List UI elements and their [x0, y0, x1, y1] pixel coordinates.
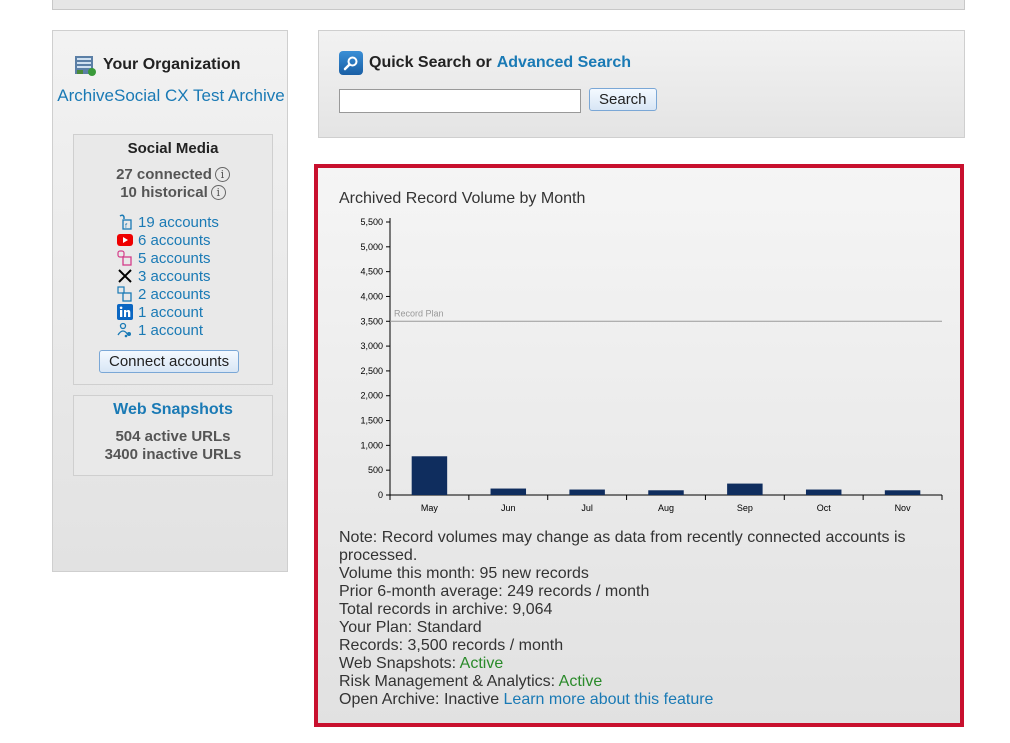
account-row-x[interactable]: 3 accounts: [116, 267, 219, 285]
historical-count: 10 historical i: [74, 184, 272, 202]
risk-management-active-badge: Active: [558, 673, 603, 690]
org-header-title: Your Organization: [103, 56, 241, 73]
y-tick-label: 5,000: [360, 242, 383, 252]
social-media-header: Social Media: [127, 140, 219, 157]
bar-jul: [569, 489, 605, 495]
bar-oct: [805, 489, 842, 495]
group-icon: [116, 322, 134, 338]
account-count: 6 accounts: [138, 231, 211, 249]
search-panel: Quick Search or Advanced Search Search: [318, 30, 965, 138]
web-snapshots-link[interactable]: Web Snapshots: [74, 401, 272, 419]
account-row-linkedin-page[interactable]: 2 accounts: [116, 285, 219, 303]
open-archive-status: Open Archive: Inactive Learn more about …: [339, 691, 939, 709]
your-plan: Your Plan: Standard: [339, 619, 482, 636]
organization-panel: Your Organization ArchiveSocial CX Test …: [52, 30, 288, 572]
connected-count-text: 27 connected: [116, 166, 212, 183]
y-tick-label: 500: [368, 465, 383, 475]
account-count: 19 accounts: [138, 213, 219, 231]
instagram-icon: [116, 250, 134, 266]
social-media-box: Social Media 27 connected i 10 historical…: [73, 134, 273, 385]
bar-may: [411, 456, 448, 495]
risk-management-status: Risk Management & Analytics: Active: [339, 673, 939, 691]
connected-count: 27 connected i: [74, 166, 272, 184]
bar-jun: [490, 488, 527, 495]
x-tick-label: Jul: [581, 503, 593, 513]
web-snapshots-status-label: Web Snapshots:: [339, 655, 460, 672]
bar-nov: [884, 490, 921, 495]
account-count: 5 accounts: [138, 249, 211, 267]
x-tick-label: Aug: [658, 503, 674, 513]
info-icon[interactable]: i: [214, 167, 230, 182]
magnifier-icon: [339, 51, 363, 75]
records-per-month: Records: 3,500 records / month: [339, 637, 564, 654]
building-icon: [75, 56, 96, 76]
learn-more-link[interactable]: Learn more about this feature: [504, 691, 714, 708]
bar-sep: [727, 483, 763, 495]
advanced-search-link[interactable]: Advanced Search: [497, 54, 631, 72]
bar-aug: [648, 490, 684, 495]
total-records: Total records in archive: 9,064: [339, 601, 553, 618]
linkedin-icon: [116, 304, 134, 320]
record-volume-panel: Archived Record Volume by Month 0 500 1,00…: [314, 164, 964, 727]
y-tick-label: 0: [378, 490, 383, 500]
facebook-icon: f: [116, 214, 134, 230]
y-tick-label: 1,500: [360, 416, 383, 426]
prior-average: Prior 6-month average: 249 records / mon…: [339, 583, 650, 600]
account-count: 3 accounts: [138, 267, 211, 285]
risk-management-status-label: Risk Management & Analytics:: [339, 673, 559, 690]
quick-search-label: Quick Search or: [369, 54, 492, 71]
org-header: Your Organization: [73, 53, 240, 77]
note-text: Note: Record volumes may change as data …: [339, 529, 906, 564]
y-tick-label: 1,000: [360, 440, 383, 450]
record-volume-chart: 0 500 1,000 1,500 2,000 2,500 3,000 3,500 4,000 4…: [360, 217, 943, 513]
account-row-group[interactable]: 1 account: [116, 321, 219, 339]
account-row-instagram[interactable]: 5 accounts: [116, 249, 219, 267]
account-count: 1 account: [138, 303, 204, 321]
search-button[interactable]: Search: [589, 88, 657, 111]
historical-count-text: 10 historical: [120, 184, 208, 201]
y-tick-label: 4,000: [360, 291, 383, 301]
y-tick-label: 4,500: [360, 267, 383, 277]
y-tick-label: 3,500: [360, 316, 383, 326]
x-twitter-icon: [116, 268, 134, 284]
x-tick-label: Nov: [895, 503, 912, 513]
y-tick-label: 3,000: [360, 341, 383, 351]
y-tick-label: 2,500: [360, 366, 383, 376]
open-archive-status-label: Open Archive: Inactive: [339, 691, 504, 708]
web-snapshots-active-badge: Active: [459, 655, 504, 672]
account-count: 2 accounts: [138, 285, 211, 303]
account-row-youtube[interactable]: 6 accounts: [116, 231, 219, 249]
x-tick-label: Oct: [817, 503, 832, 513]
y-tick-label: 5,500: [360, 217, 383, 227]
x-tick-label: May: [421, 503, 439, 513]
top-bar: [52, 0, 965, 10]
archive-notes: Note: Record volumes may change as data …: [339, 529, 939, 709]
account-row-facebook[interactable]: f 19 accounts: [116, 213, 219, 231]
connect-accounts-button[interactable]: Connect accounts: [99, 350, 240, 373]
active-urls: 504 active URLs: [115, 428, 231, 445]
youtube-icon: [116, 232, 134, 248]
web-snapshots-status: Web Snapshots: Active: [339, 655, 939, 673]
account-count: 1 account: [138, 321, 204, 339]
account-row-linkedin[interactable]: 1 account: [116, 303, 219, 321]
info-icon[interactable]: i: [210, 185, 226, 200]
inactive-urls: 3400 inactive URLs: [104, 446, 242, 463]
volume-this-month: Volume this month: 95 new records: [339, 565, 589, 582]
linkedin-page-icon: [116, 286, 134, 302]
search-input[interactable]: [339, 89, 581, 113]
account-list: f 19 accounts 6 accounts 5 accounts 3 ac…: [116, 213, 219, 339]
y-tick-label: 2,000: [360, 391, 383, 401]
web-snapshots-box: Web Snapshots 504 active URLs 3400 inact…: [73, 395, 273, 476]
x-tick-label: Jun: [501, 503, 516, 513]
org-name-link[interactable]: ArchiveSocial CX Test Archive: [53, 85, 289, 106]
search-header: Quick Search or Advanced Search: [339, 51, 631, 75]
x-tick-label: Sep: [737, 503, 753, 513]
record-plan-label: Record Plan: [394, 308, 444, 318]
